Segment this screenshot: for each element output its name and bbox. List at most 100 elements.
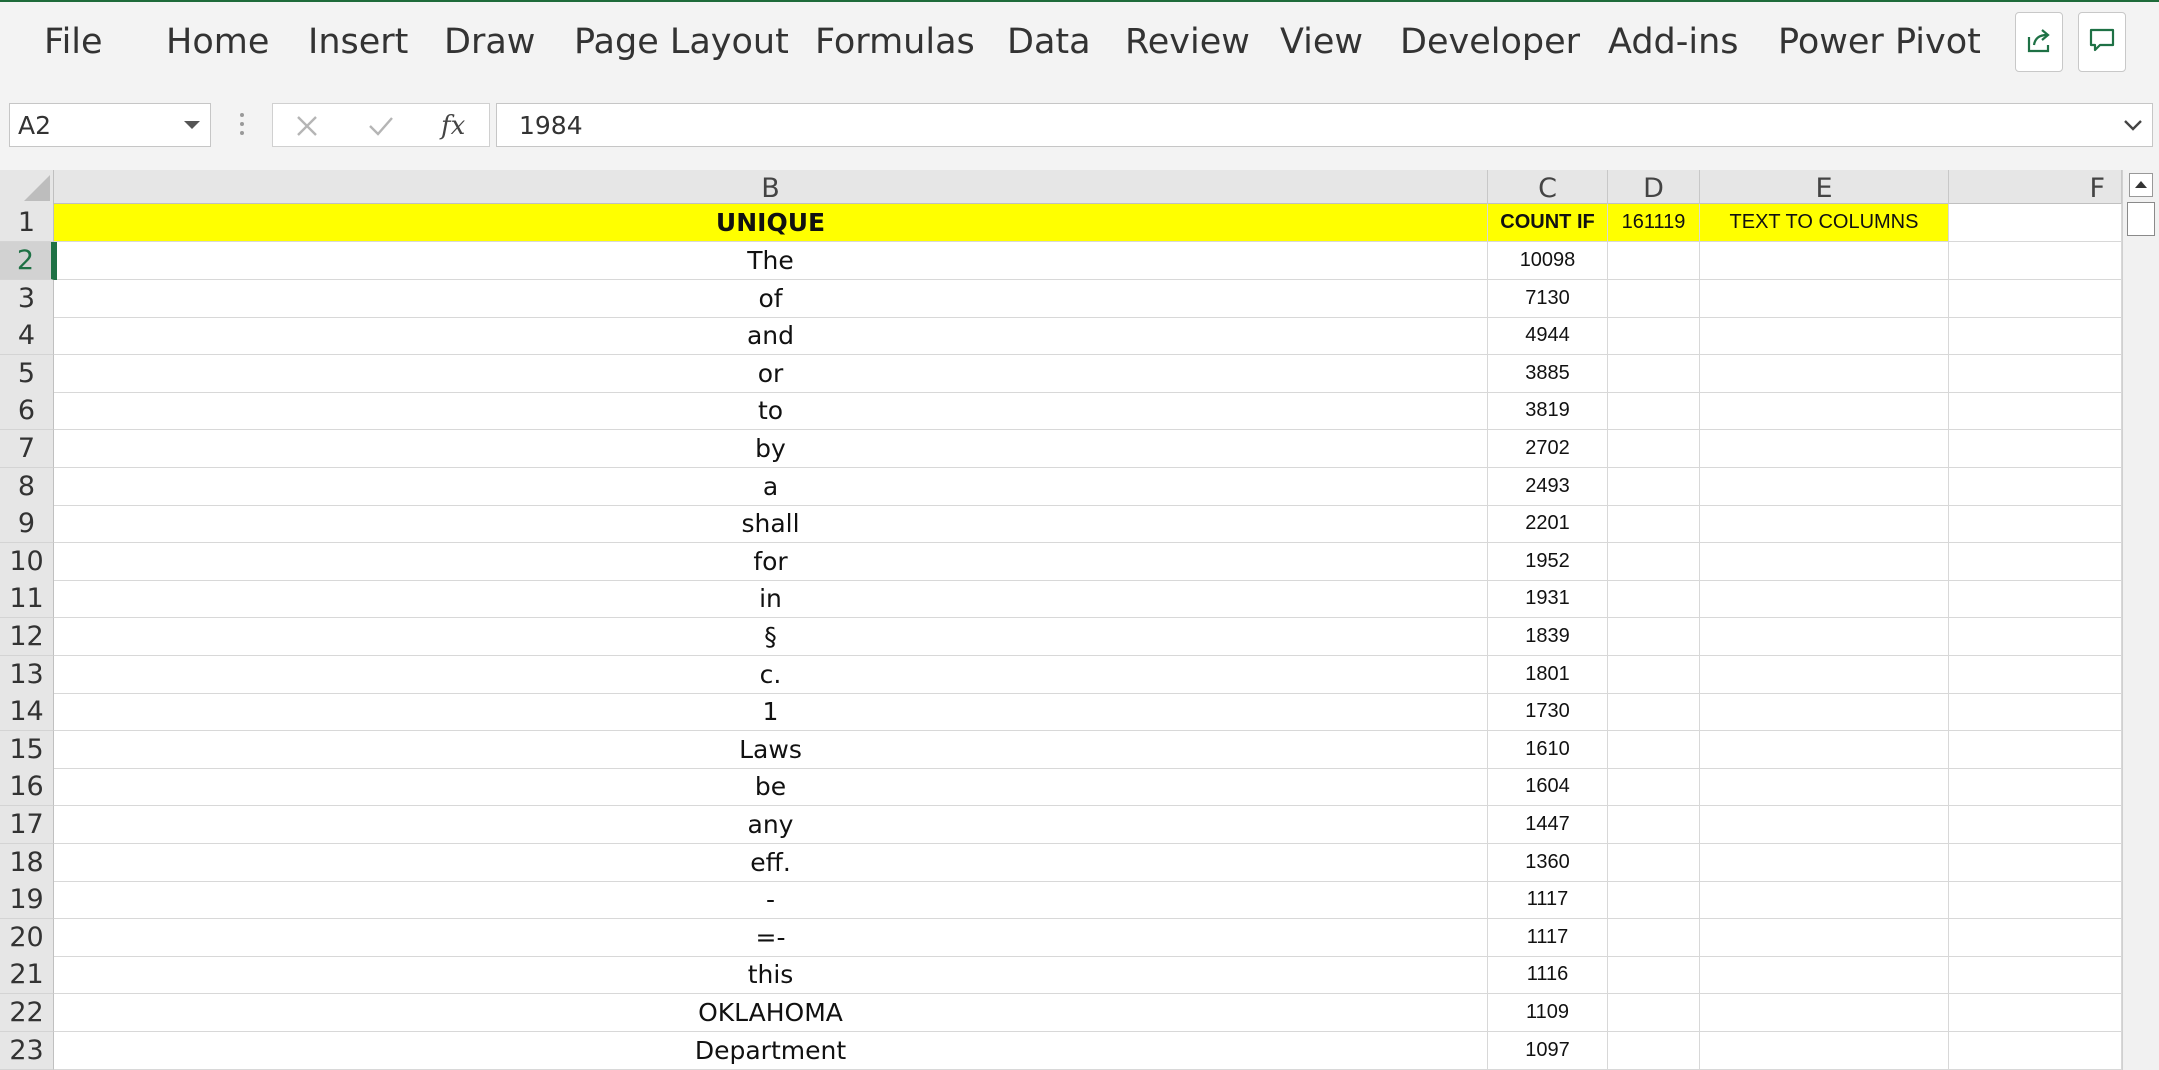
tab-view[interactable]: View: [1280, 22, 1363, 62]
cell-e13[interactable]: [1700, 656, 1949, 694]
cell-f20[interactable]: [1949, 919, 2122, 957]
cell-f19[interactable]: [1949, 881, 2122, 919]
cell-b2[interactable]: The: [54, 242, 1488, 280]
cell-e9[interactable]: [1700, 505, 1949, 543]
cell-c18[interactable]: 1360: [1488, 844, 1608, 882]
column-header-c[interactable]: C: [1488, 170, 1608, 204]
cell-f12[interactable]: [1949, 618, 2122, 656]
row-header-9[interactable]: 9: [0, 505, 54, 543]
cell-b22[interactable]: OKLAHOMA: [54, 994, 1488, 1032]
cell-c19[interactable]: 1117: [1488, 881, 1608, 919]
scroll-thumb[interactable]: [2127, 202, 2155, 236]
cell-d19[interactable]: [1608, 881, 1700, 919]
cell-b11[interactable]: in: [54, 580, 1488, 618]
cell-d23[interactable]: [1608, 1032, 1700, 1070]
cell-b7[interactable]: by: [54, 430, 1488, 468]
cell-c22[interactable]: 1109: [1488, 994, 1608, 1032]
row-header-15[interactable]: 15: [0, 731, 54, 769]
scroll-up-button[interactable]: [2129, 173, 2153, 197]
cell-b16[interactable]: be: [54, 768, 1488, 806]
cell-e10[interactable]: [1700, 543, 1949, 581]
cell-e18[interactable]: [1700, 844, 1949, 882]
cell-c11[interactable]: 1931: [1488, 580, 1608, 618]
tab-insert[interactable]: Insert: [308, 22, 408, 62]
cell-f11[interactable]: [1949, 580, 2122, 618]
cell-f5[interactable]: [1949, 355, 2122, 393]
cell-c1[interactable]: COUNT IF: [1488, 204, 1608, 242]
cell-f8[interactable]: [1949, 468, 2122, 506]
row-header-4[interactable]: 4: [0, 317, 54, 355]
more-options-icon[interactable]: [238, 111, 246, 142]
row-header-5[interactable]: 5: [0, 355, 54, 393]
cell-f14[interactable]: [1949, 693, 2122, 731]
cell-f22[interactable]: [1949, 994, 2122, 1032]
cell-e15[interactable]: [1700, 731, 1949, 769]
cell-d10[interactable]: [1608, 543, 1700, 581]
cell-f18[interactable]: [1949, 844, 2122, 882]
cell-c3[interactable]: 7130: [1488, 280, 1608, 318]
share-button[interactable]: [2015, 12, 2063, 72]
cell-b23[interactable]: Department: [54, 1032, 1488, 1070]
row-header-20[interactable]: 20: [0, 919, 54, 957]
cell-d3[interactable]: [1608, 280, 1700, 318]
cell-e1[interactable]: TEXT TO COLUMNS: [1700, 204, 1949, 242]
cell-c20[interactable]: 1117: [1488, 919, 1608, 957]
column-header-d[interactable]: D: [1608, 170, 1700, 204]
cell-c7[interactable]: 2702: [1488, 430, 1608, 468]
cell-e2[interactable]: [1700, 242, 1949, 280]
cell-f10[interactable]: [1949, 543, 2122, 581]
name-box[interactable]: A2: [9, 103, 211, 147]
cell-d20[interactable]: [1608, 919, 1700, 957]
tab-draw[interactable]: Draw: [444, 22, 535, 62]
cell-e12[interactable]: [1700, 618, 1949, 656]
cell-f3[interactable]: [1949, 280, 2122, 318]
cell-d15[interactable]: [1608, 731, 1700, 769]
cell-d14[interactable]: [1608, 693, 1700, 731]
cell-c23[interactable]: 1097: [1488, 1032, 1608, 1070]
column-header-f[interactable]: F: [1949, 170, 2122, 204]
cell-f7[interactable]: [1949, 430, 2122, 468]
tab-power-pivot[interactable]: Power Pivot: [1778, 22, 1981, 62]
row-header-19[interactable]: 19: [0, 881, 54, 919]
row-header-21[interactable]: 21: [0, 956, 54, 994]
cell-b20[interactable]: =-: [54, 919, 1488, 957]
cell-b8[interactable]: a: [54, 468, 1488, 506]
cell-b10[interactable]: for: [54, 543, 1488, 581]
cell-c5[interactable]: 3885: [1488, 355, 1608, 393]
tab-home[interactable]: Home: [166, 22, 269, 62]
cell-d8[interactable]: [1608, 468, 1700, 506]
cell-d9[interactable]: [1608, 505, 1700, 543]
enter-icon[interactable]: [367, 114, 395, 143]
cell-f15[interactable]: [1949, 731, 2122, 769]
chevron-down-icon[interactable]: [184, 121, 200, 129]
row-header-11[interactable]: 11: [0, 580, 54, 618]
cell-b13[interactable]: c.: [54, 656, 1488, 694]
cell-b9[interactable]: shall: [54, 505, 1488, 543]
cell-d7[interactable]: [1608, 430, 1700, 468]
cell-e17[interactable]: [1700, 806, 1949, 844]
cell-b1[interactable]: UNIQUE: [54, 204, 1488, 242]
cell-d4[interactable]: [1608, 317, 1700, 355]
cell-f13[interactable]: [1949, 656, 2122, 694]
tab-page-layout[interactable]: Page Layout: [574, 22, 789, 62]
cell-e23[interactable]: [1700, 1032, 1949, 1070]
tab-formulas[interactable]: Formulas: [815, 22, 975, 62]
expand-icon[interactable]: [2122, 116, 2144, 139]
vertical-scrollbar[interactable]: [2122, 170, 2159, 1070]
cell-b3[interactable]: of: [54, 280, 1488, 318]
cell-e7[interactable]: [1700, 430, 1949, 468]
row-header-10[interactable]: 10: [0, 543, 54, 581]
cell-e4[interactable]: [1700, 317, 1949, 355]
cell-e22[interactable]: [1700, 994, 1949, 1032]
cell-d18[interactable]: [1608, 844, 1700, 882]
cell-b4[interactable]: and: [54, 317, 1488, 355]
cell-b18[interactable]: eff.: [54, 844, 1488, 882]
cell-f6[interactable]: [1949, 392, 2122, 430]
cell-c12[interactable]: 1839: [1488, 618, 1608, 656]
cell-c21[interactable]: 1116: [1488, 956, 1608, 994]
cell-e6[interactable]: [1700, 392, 1949, 430]
cell-f9[interactable]: [1949, 505, 2122, 543]
cell-c13[interactable]: 1801: [1488, 656, 1608, 694]
column-header-e[interactable]: E: [1700, 170, 1949, 204]
cell-f1[interactable]: [1949, 204, 2122, 242]
